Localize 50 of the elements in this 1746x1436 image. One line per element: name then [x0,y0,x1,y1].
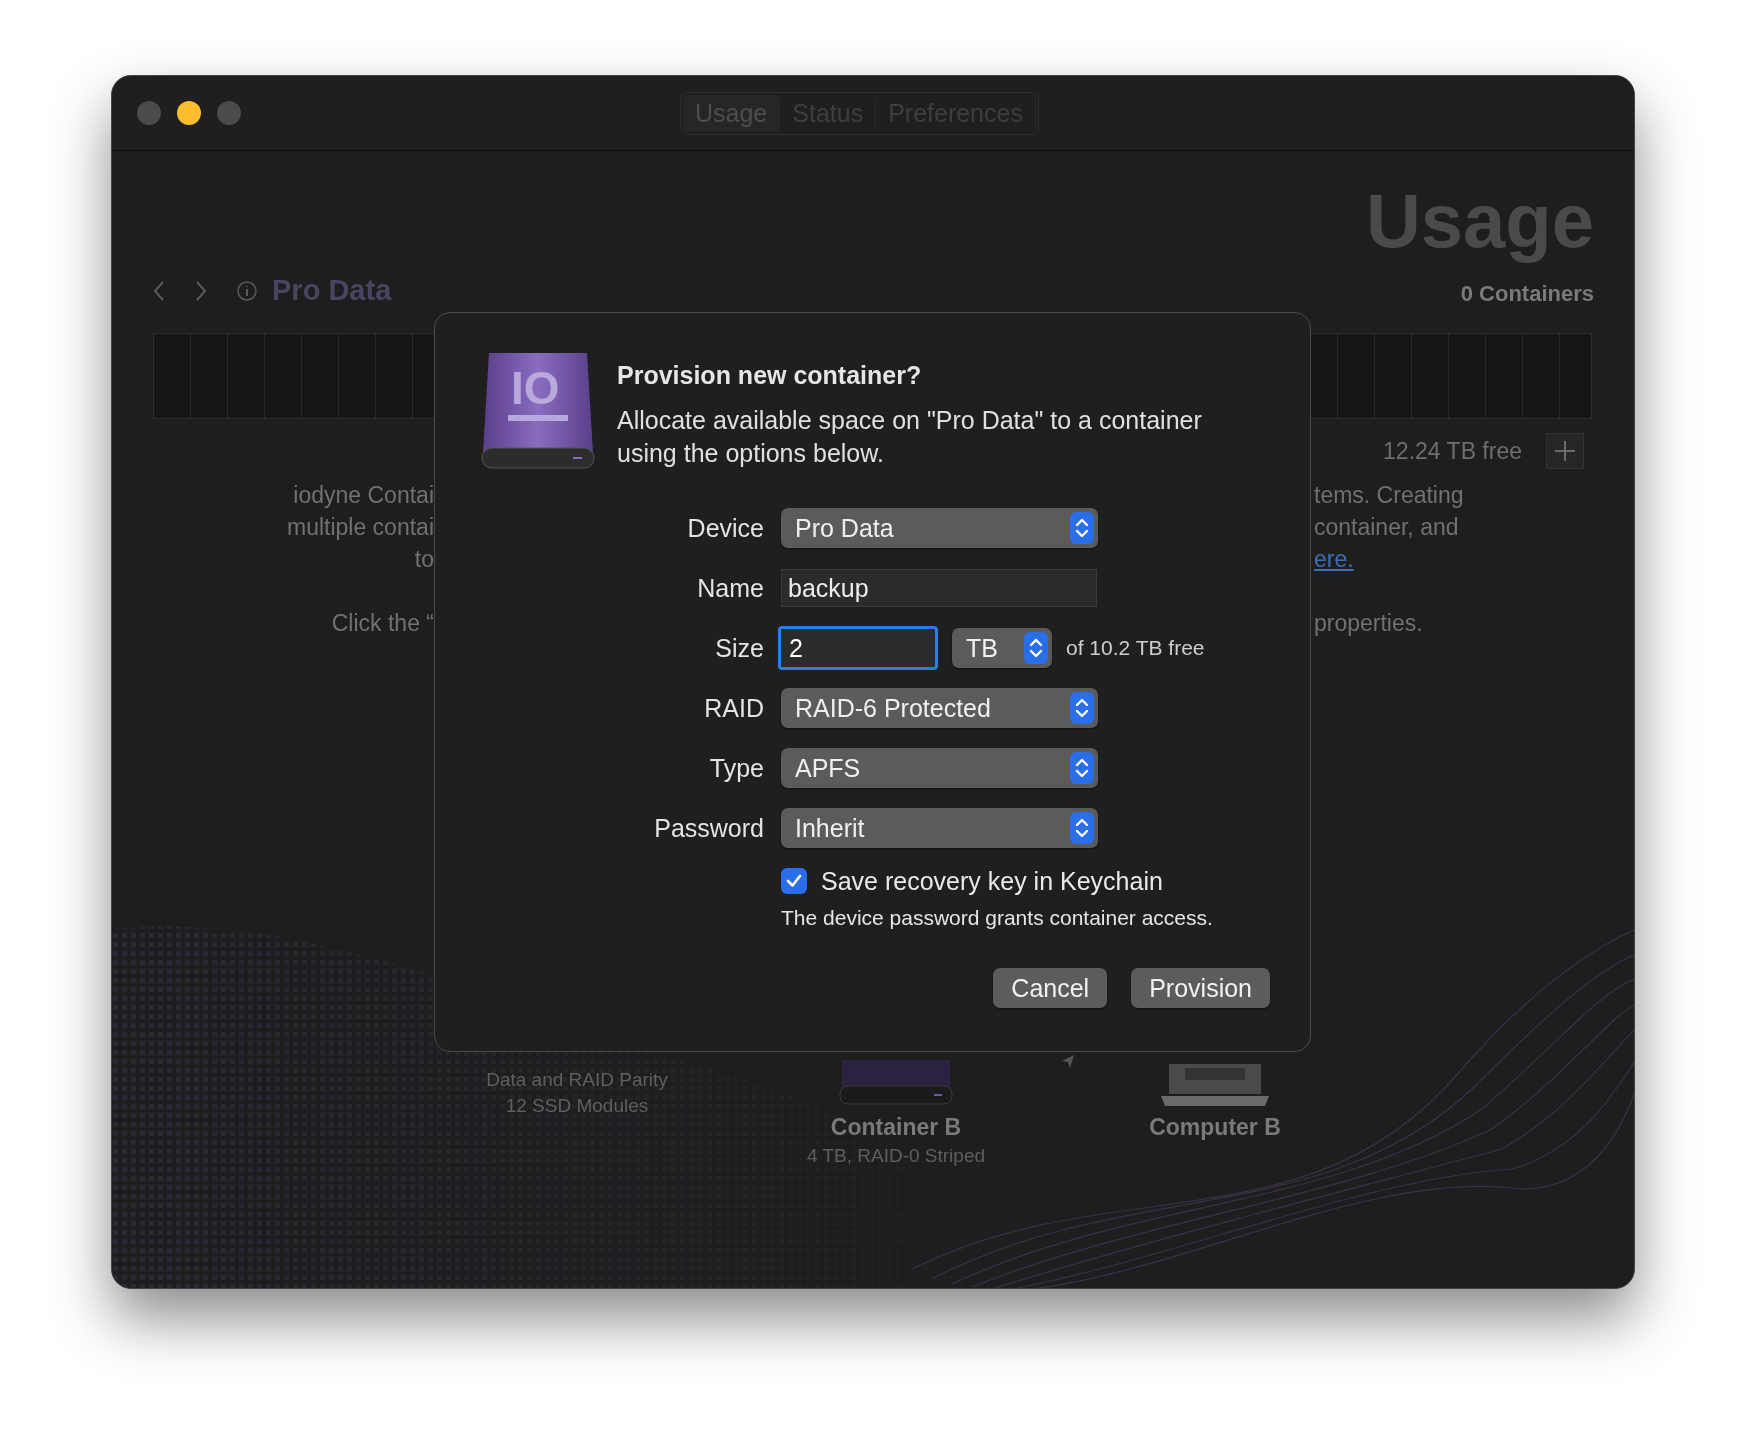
field-label: Device [686,513,764,544]
dialog-note: The device password grants container access. [781,906,1214,930]
popup-button[interactable]: Inherit [781,808,1098,848]
info-icon[interactable] [236,279,258,302]
chevron-updown-icon [1070,812,1094,844]
chevron-updown-icon [1070,692,1094,724]
description-text: to [413,545,434,574]
description-text: multiple contai [285,513,434,542]
container-count: 0 Containers [1460,281,1594,308]
device-name: Pro Data [272,274,392,307]
chevron-updown-icon [1070,752,1094,784]
chevron-updown-icon [1070,512,1094,544]
popup-button[interactable]: Pro Data [781,508,1098,548]
input-field[interactable]: backup [781,569,1097,607]
add-button[interactable] [1546,433,1584,469]
dialog-button[interactable]: Cancel [993,968,1108,1008]
free-space-note: of 10.2 TB free [1066,636,1205,660]
dialog-title: Provision new container? [617,361,923,390]
description-text: tems. Creating [1314,481,1465,510]
field-label: Password [653,813,764,844]
field-label: Type [708,753,764,784]
device-label: Container B [830,1114,962,1141]
checkbox-label: Save recovery key in Keychain [821,866,1163,896]
field-label: Size [714,633,764,664]
window-control[interactable] [177,101,201,125]
description-text: Click the “ [330,609,434,638]
link[interactable]: ere. [1314,543,1614,575]
dialog-button[interactable]: Provision [1131,968,1270,1008]
drive-icon [481,353,595,469]
device-detail: 12 SSD Modules [505,1095,649,1117]
arrow-icon [1060,1053,1076,1069]
description-text: properties. [1314,609,1424,638]
device-label: Computer B [1149,1114,1281,1141]
field-label: Name [696,573,764,604]
input-field[interactable]: 2 [778,626,938,670]
dialog-message: Allocate available space on "Pro Data" to a container using the options below. [617,405,1203,469]
popup-button[interactable]: RAID-6 Protected [781,688,1098,728]
device-detail: Data and RAID Parity [486,1069,668,1091]
free-space: 12.24 TB free [1383,437,1522,465]
popup-button[interactable]: TB [952,628,1052,668]
description-text: container, and [1314,513,1460,542]
plus-icon [1553,439,1577,463]
field-label: RAID [703,693,764,724]
checkbox[interactable] [781,868,807,894]
popup-button[interactable]: APFS [781,748,1098,788]
icon-label: IO [511,365,560,411]
description-text: iodyne Contai [292,481,434,510]
chevron-updown-icon [1024,632,1048,664]
device-detail: 4 TB, RAID-0 Striped [806,1145,986,1167]
drive-icon [838,1060,954,1106]
